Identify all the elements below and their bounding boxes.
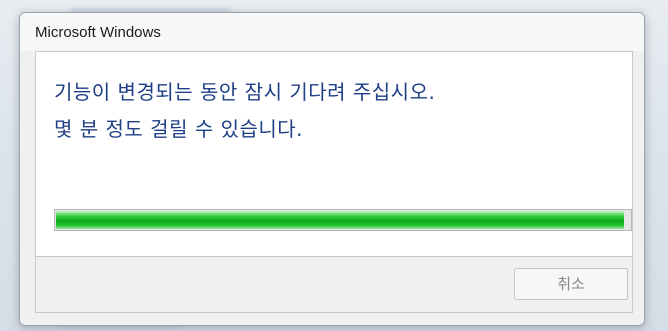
window-title: Microsoft Windows xyxy=(35,24,161,41)
dialog-content: 기능이 변경되는 동안 잠시 기다려 주십시오. 몇 분 정도 걸릴 수 있습니… xyxy=(35,51,633,257)
progress-bar xyxy=(54,209,632,231)
status-message-line-2: 몇 분 정도 걸릴 수 있습니다. xyxy=(54,117,304,141)
status-message-line-1: 기능이 변경되는 동안 잠시 기다려 주십시오. xyxy=(54,80,436,104)
dialog-footer: 취소 xyxy=(35,257,633,313)
progress-bar-fill xyxy=(56,211,624,229)
feature-change-dialog: Microsoft Windows 기능이 변경되는 동안 잠시 기다려 주십시… xyxy=(19,12,645,326)
status-message: 기능이 변경되는 동안 잠시 기다려 주십시오. 몇 분 정도 걸릴 수 있습니… xyxy=(54,74,624,148)
title-bar[interactable]: Microsoft Windows xyxy=(20,13,644,51)
cancel-button[interactable]: 취소 xyxy=(514,268,628,300)
